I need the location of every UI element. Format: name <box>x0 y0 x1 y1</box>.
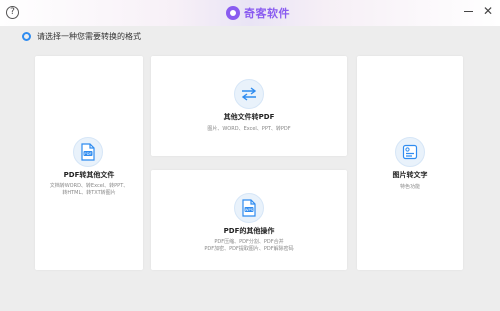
help-icon[interactable]: ? <box>6 6 19 19</box>
brand-name: 奇客软件 <box>244 7 290 20</box>
svg-text:WPS: WPS <box>245 207 254 212</box>
brand-logo-icon <box>226 6 240 20</box>
card-desc-line2: PDF加密、PDF提取图片、PDF解除密码 <box>204 246 294 252</box>
convert-arrows-icon <box>234 79 264 109</box>
card-title: PDF的其他操作 <box>223 227 275 235</box>
minimize-button[interactable] <box>464 11 473 12</box>
card-desc-line1: 文档转WORD、转Excel、转PPT、 <box>49 183 129 189</box>
title-bar: ? 奇客软件 ✕ <box>0 0 500 26</box>
card-pdf-operations[interactable]: WPS PDF的其他操作 PDF压缩、PDF分割、PDF合并 PDF加密、PDF… <box>151 170 347 270</box>
brand: 奇客软件 <box>226 4 290 22</box>
card-title: PDF转其他文件 <box>63 171 115 179</box>
pdf-document-icon: PDF <box>73 137 103 167</box>
card-desc-line1: PDF压缩、PDF分割、PDF合并 <box>214 239 284 245</box>
svg-text:PDF: PDF <box>84 151 91 156</box>
card-desc-line2: 转HTML、转TXT转图片 <box>62 190 116 196</box>
card-title: 图片转文字 <box>392 171 428 179</box>
ocr-image-icon <box>395 137 425 167</box>
pdf-wps-document-icon: WPS <box>234 193 264 223</box>
prompt-text: 请选择一种您需要转换的格式 <box>37 32 141 41</box>
card-image-to-text[interactable]: 图片转文字 特色功能 <box>357 56 463 270</box>
radio-dot-icon <box>22 32 31 41</box>
format-prompt: 请选择一种您需要转换的格式 <box>22 31 141 42</box>
close-button[interactable]: ✕ <box>482 5 494 17</box>
card-pdf-to-other[interactable]: PDF PDF转其他文件 文档转WORD、转Excel、转PPT、 转HTML、… <box>35 56 143 270</box>
card-title: 其他文件转PDF <box>223 113 275 121</box>
card-other-to-pdf[interactable]: 其他文件转PDF 图片、WORD、Excel、PPT、转PDF <box>151 56 347 156</box>
card-desc-line1: 特色功能 <box>399 184 420 190</box>
card-desc-line1: 图片、WORD、Excel、PPT、转PDF <box>207 126 291 132</box>
